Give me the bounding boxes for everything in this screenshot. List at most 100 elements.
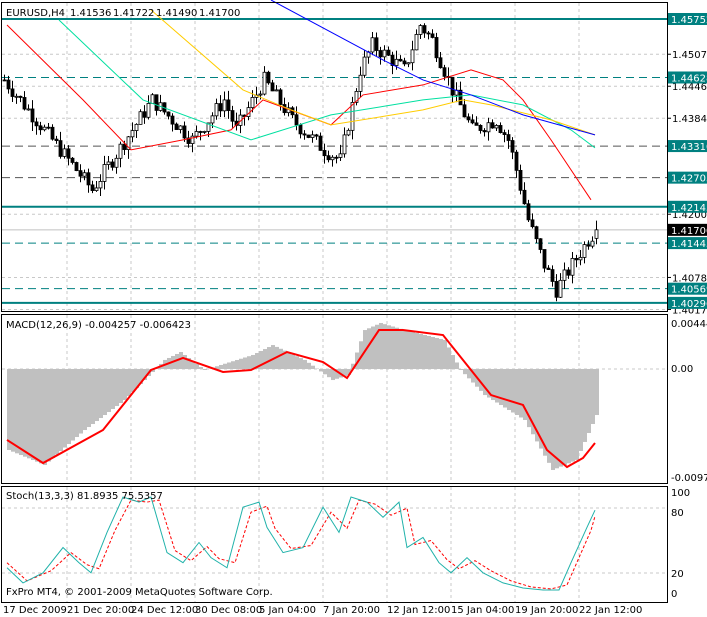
macd-histogram-bar xyxy=(247,356,251,369)
candle xyxy=(482,128,487,137)
macd-histogram-bar xyxy=(391,326,395,369)
candle-body xyxy=(18,95,23,98)
macd-histogram-bar xyxy=(71,369,75,441)
candle xyxy=(278,88,283,111)
macd-histogram-bar xyxy=(55,369,59,455)
candle xyxy=(134,123,139,138)
candle-body xyxy=(450,76,455,96)
macd-histogram-bar xyxy=(559,369,563,467)
candle xyxy=(158,94,163,112)
candle xyxy=(310,130,315,143)
macd-histogram-bar xyxy=(79,369,83,434)
macd-histogram-bar xyxy=(447,347,451,369)
stoch-tick-label: 20 xyxy=(671,569,684,580)
chart-header-open: 1.41536 xyxy=(70,8,111,19)
candle-body xyxy=(174,123,179,130)
candle xyxy=(534,225,539,243)
candle xyxy=(570,251,575,284)
candle-body xyxy=(74,162,79,172)
macd-histogram-bar xyxy=(311,365,315,369)
candle xyxy=(218,95,223,118)
candle xyxy=(50,124,55,141)
level-label: 1.45752 xyxy=(671,15,707,26)
macd-histogram-bar xyxy=(327,369,331,378)
chart-header-low: 1.41490 xyxy=(156,8,197,19)
candle-body xyxy=(266,71,271,84)
candle-body xyxy=(210,115,215,124)
macd-histogram-bar xyxy=(595,369,599,416)
macd-histogram-bar xyxy=(43,369,47,466)
candle xyxy=(330,155,335,167)
chart-header-symbol: EURUSD,H4 xyxy=(6,8,65,19)
macd-histogram-bar xyxy=(435,337,439,369)
candle-body xyxy=(430,33,435,38)
candle-body xyxy=(26,108,31,111)
candle-body xyxy=(214,103,219,117)
candle-body xyxy=(274,89,279,92)
candle-body xyxy=(502,132,507,135)
candle xyxy=(530,213,535,229)
candle-body xyxy=(462,104,467,118)
stoch-label: Stoch(13,3,3) 81.8935 75.5357 xyxy=(6,491,163,502)
macd-histogram-bar xyxy=(459,369,463,370)
candle-body xyxy=(106,161,111,165)
candle xyxy=(374,32,379,56)
time-axis-label: 17 Dec 2009 xyxy=(3,605,67,616)
candle-body xyxy=(110,161,115,168)
macd-histogram-bar xyxy=(503,369,507,408)
candle-body xyxy=(474,122,479,126)
candle-body xyxy=(226,99,231,111)
macd-histogram-bar xyxy=(403,330,407,369)
level-label: 1.42703 xyxy=(671,174,707,185)
candle xyxy=(398,55,403,62)
macd-histogram-bar xyxy=(507,369,511,411)
macd-histogram-bar xyxy=(39,369,43,464)
candle xyxy=(574,254,579,268)
candle xyxy=(306,134,311,139)
chart-canvas[interactable]: 17 Dec 2009 21 Dec 20:0024 Dec 12:0030 De… xyxy=(0,0,707,617)
candle xyxy=(342,127,347,158)
candle-body xyxy=(258,93,263,96)
candle-body xyxy=(138,111,143,125)
candle xyxy=(70,156,75,165)
candle-body xyxy=(406,62,411,65)
candle xyxy=(538,238,543,254)
macd-histogram-bar xyxy=(111,369,115,410)
candle xyxy=(230,105,235,128)
candle-body xyxy=(498,125,503,133)
candle xyxy=(510,137,515,160)
time-axis-label: 24 Dec 12:00 xyxy=(131,605,198,616)
candle-body xyxy=(70,157,75,163)
candle-body xyxy=(442,67,447,77)
candle-body xyxy=(550,269,555,282)
candle-body xyxy=(14,95,19,98)
macd-histogram-bar xyxy=(547,369,551,463)
candle xyxy=(82,169,87,181)
candle-body xyxy=(382,49,387,58)
candle xyxy=(270,79,275,92)
level-label: 1.42143 xyxy=(671,203,707,214)
candle xyxy=(274,85,279,92)
candle-body xyxy=(306,134,311,138)
candle-body xyxy=(314,134,319,137)
candle-body xyxy=(378,50,383,58)
candle-body xyxy=(94,187,99,191)
candle xyxy=(18,95,23,103)
candle xyxy=(550,265,555,287)
candle xyxy=(182,121,187,142)
candle xyxy=(526,199,531,222)
macd-histogram-bar xyxy=(295,356,299,369)
candle-body xyxy=(278,89,283,105)
horizontal-levels xyxy=(2,18,667,304)
candle-body xyxy=(582,244,587,258)
candle xyxy=(354,88,359,106)
candle xyxy=(326,150,331,163)
candle-body xyxy=(514,151,519,171)
candle-body xyxy=(90,184,95,191)
candlesticks xyxy=(2,23,599,302)
macd-histogram-bar xyxy=(223,363,227,369)
candle xyxy=(466,113,471,123)
candle-body xyxy=(326,155,331,161)
candle xyxy=(6,75,11,94)
candle-body xyxy=(506,134,511,141)
